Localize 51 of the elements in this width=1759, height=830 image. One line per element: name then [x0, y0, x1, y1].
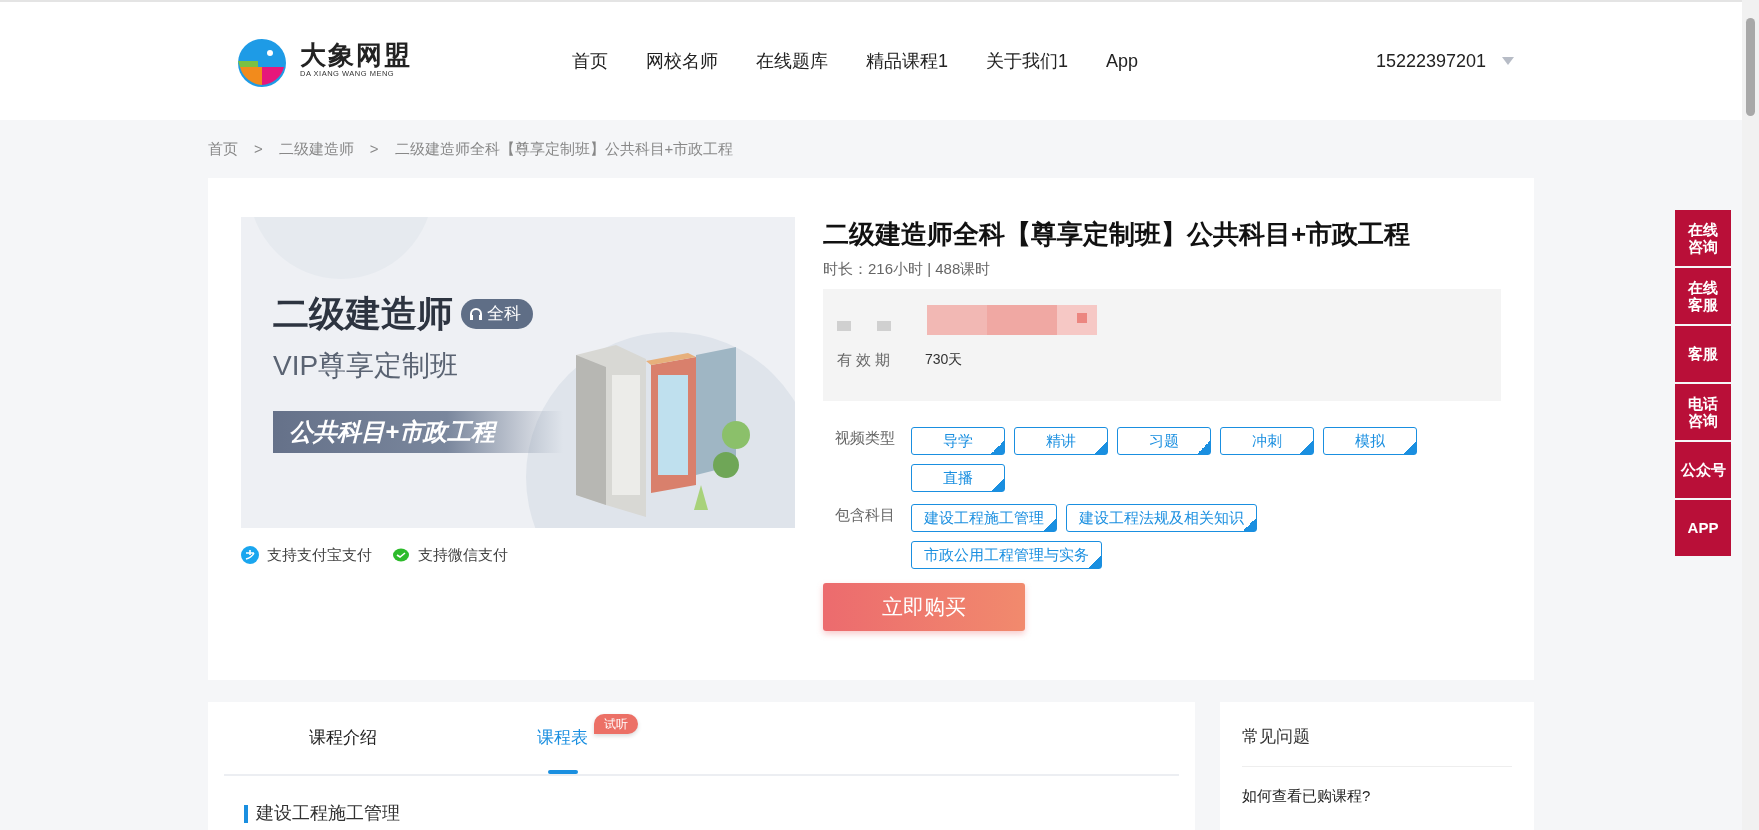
payment-label: 支持微信支付	[418, 545, 508, 565]
section-title: 建设工程施工管理	[256, 802, 400, 825]
course-title: 二级建造师全科【尊享定制班】公共科目+市政工程	[823, 218, 1412, 251]
banner-title: 二级建造师	[273, 292, 453, 336]
breadcrumb-link[interactable]: 二级建造师	[278, 137, 354, 161]
validity-value: 730天	[925, 350, 963, 370]
section-marker	[244, 804, 248, 823]
scrollbar-thumb[interactable]	[1746, 18, 1755, 116]
alipay-icon	[241, 546, 259, 565]
wechat-icon	[392, 547, 410, 564]
nav-link[interactable]: 首页	[572, 47, 608, 75]
breadcrumb-link[interactable]: 首页	[208, 137, 238, 161]
option-tag[interactable]: 精讲	[1014, 426, 1108, 455]
side-button[interactable]: 公众号	[1675, 442, 1731, 498]
option-tag[interactable]: 建设工程施工管理	[911, 503, 1057, 532]
course-duration: 时长：216小时 | 488课时	[823, 259, 992, 279]
nav-link[interactable]: 精品课程1	[866, 47, 948, 75]
option-tag[interactable]: 冲刺	[1220, 426, 1314, 455]
nav-link[interactable]: 网校名师	[646, 47, 718, 75]
side-button[interactable]: 客服	[1675, 326, 1731, 382]
option-tag[interactable]: 建设工程法规及相关知识	[1066, 503, 1257, 532]
logo-name: 大象网盟	[300, 42, 412, 69]
user-phone[interactable]: 15222397201	[1375, 47, 1486, 75]
option-tag[interactable]: 习题	[1117, 426, 1211, 455]
faq-title: 常见问题	[1242, 702, 1512, 767]
field-label: 包含科目	[834, 504, 896, 525]
option-tag[interactable]: 直播	[911, 463, 1005, 492]
banner-subtitle: VIP尊享定制班	[273, 349, 460, 383]
dropdown-caret-icon[interactable]	[1502, 57, 1514, 65]
option-tag[interactable]: 导学	[911, 426, 1005, 455]
nav-link[interactable]: 在线题库	[756, 47, 828, 75]
faq-link[interactable]: 如何查看已购课程?	[1242, 784, 1512, 807]
nav-link[interactable]: App	[1106, 47, 1139, 75]
side-button[interactable]: 在线 客服	[1675, 268, 1731, 324]
tab[interactable]: 课程介绍	[309, 702, 377, 774]
side-button[interactable]: 电话 咨询	[1675, 384, 1731, 440]
field-label: 有 效 期	[837, 349, 892, 370]
field-label: 视频类型	[834, 427, 896, 448]
option-tag[interactable]: 市政公用工程管理与实务	[911, 540, 1102, 569]
headphones-icon	[469, 307, 483, 321]
payment-label: 支持支付宝支付	[267, 545, 372, 565]
nav-link[interactable]: 关于我们1	[986, 47, 1069, 75]
side-button[interactable]: APP	[1675, 500, 1731, 556]
breadcrumb-separator: >	[369, 138, 379, 159]
option-tag[interactable]: 模拟	[1323, 426, 1417, 455]
scrollbar[interactable]	[1742, 0, 1759, 830]
banner-badge: 全科	[461, 299, 533, 329]
breadcrumb-separator: >	[254, 138, 263, 159]
trial-badge: 试听	[594, 714, 638, 734]
breadcrumb-link[interactable]: 二级建造师全科【尊享定制班】公共科目+市政工程	[394, 137, 734, 161]
side-button[interactable]: 在线 咨询	[1675, 210, 1731, 266]
